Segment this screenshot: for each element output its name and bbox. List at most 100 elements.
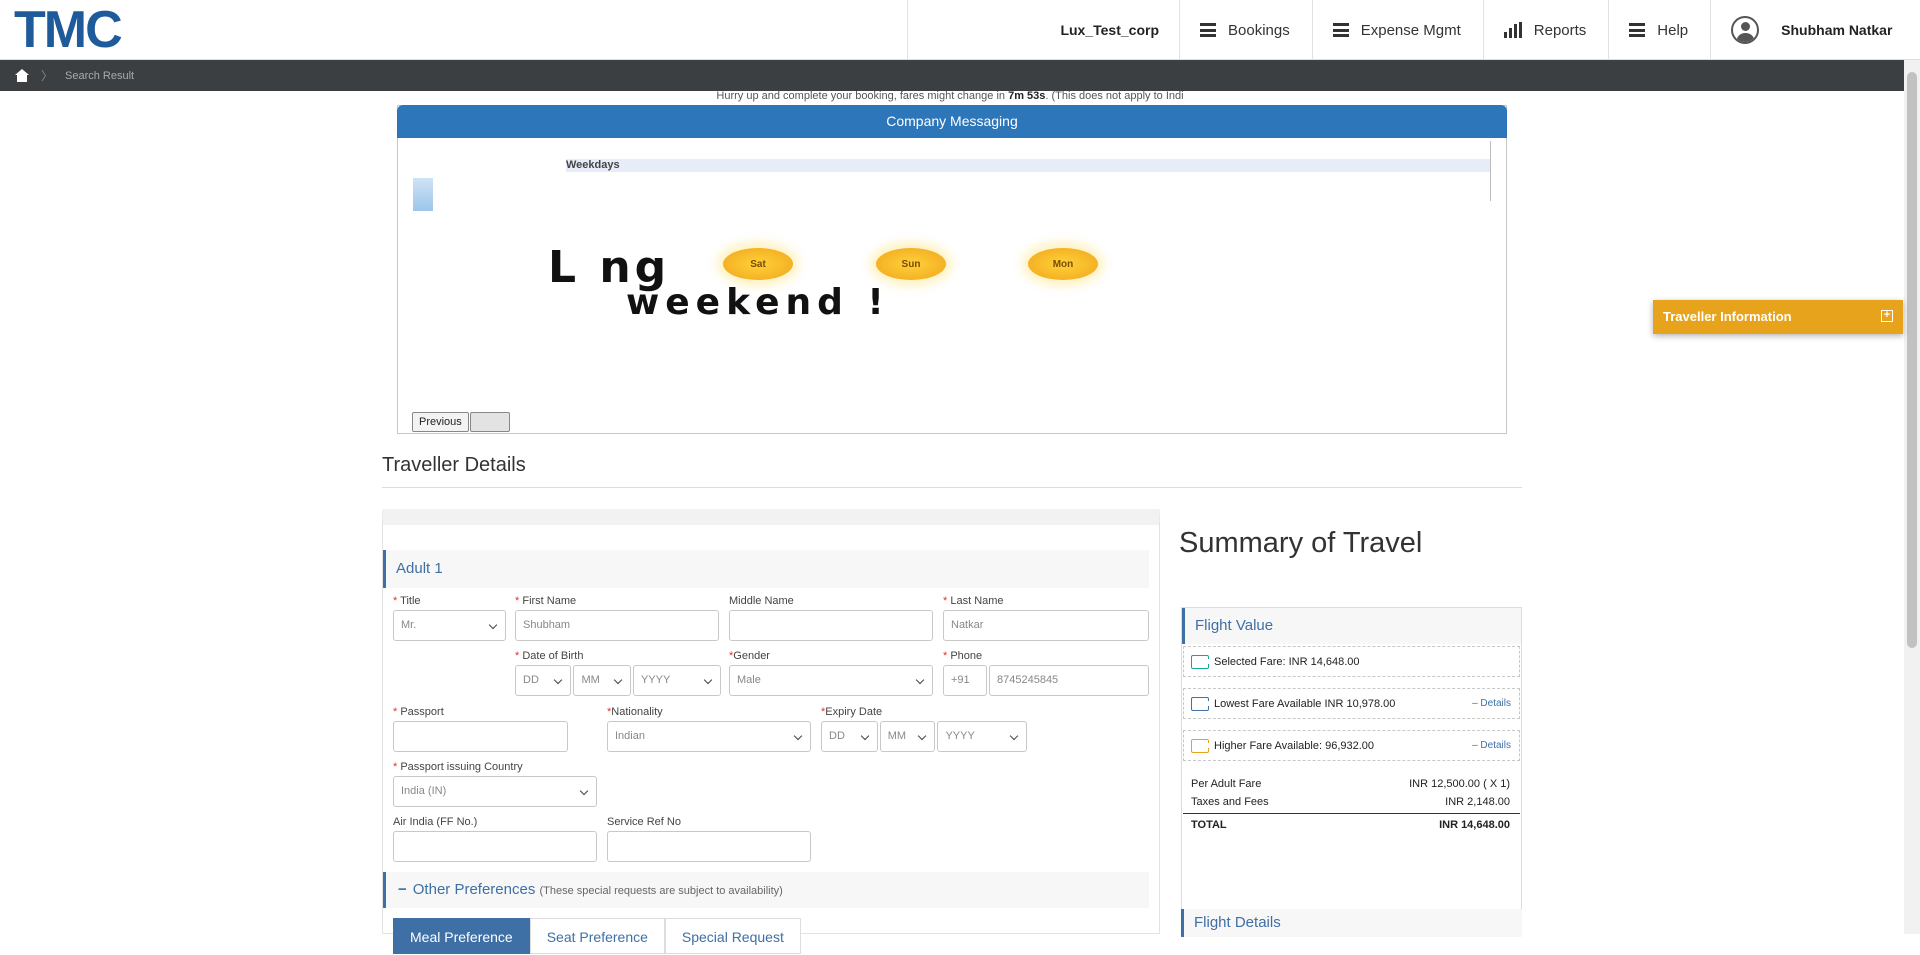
lowest-fare-row: Lowest Fare Available INR 10,978.00 – De…	[1183, 688, 1520, 719]
top-navbar: TMC Lux_Test_corp Bookings Expense Mgmt …	[0, 0, 1920, 60]
ff-no-field: Air India (FF No.)	[393, 816, 597, 862]
message-thumbnail	[413, 178, 433, 211]
other-preferences-label: Other Preferences	[412, 881, 536, 898]
passport-country-label: * Passport issuing Country	[393, 761, 523, 773]
gender-label: *Gender	[729, 650, 770, 662]
nav-label: Help	[1657, 21, 1689, 39]
long-weekend-banner: L ng Sat Sun Mon weekend !	[548, 236, 1448, 346]
traveller-details-title: Traveller Details	[382, 454, 526, 476]
tab-meal-preference[interactable]: Meal Preference	[393, 918, 530, 954]
service-ref-label: Service Ref No	[607, 816, 681, 828]
nav-reports[interactable]: Reports	[1482, 0, 1609, 60]
lowest-fare: Lowest Fare Available INR 10,978.00	[1214, 697, 1396, 710]
sun-sat-icon: Sat	[723, 248, 793, 280]
passport-field: * Passport	[393, 706, 568, 752]
other-preferences-note: (These special requests are subject to a…	[539, 885, 783, 897]
expiry-month-select[interactable]: MM	[879, 721, 936, 752]
phone-code-input[interactable]: +91	[943, 665, 987, 696]
gender-select[interactable]: Male	[729, 665, 933, 696]
nationality-field: *Nationality Indian	[607, 706, 811, 752]
timer-time: 7m 53s	[1008, 90, 1046, 102]
sun-sun-icon: Sun	[876, 248, 946, 280]
gender-field: *Gender Male	[729, 650, 933, 696]
middle-name-label: Middle Name	[729, 595, 794, 607]
total-label: TOTAL	[1191, 819, 1227, 831]
passport-country-select[interactable]: India (IN)	[393, 776, 597, 807]
breadcrumb-item[interactable]: Search Result	[65, 70, 134, 82]
traveller-form: Adult 1 * Title Mr. * First Name Shubham…	[382, 509, 1160, 954]
user-avatar-icon	[1731, 16, 1760, 44]
traveller-information-label: Traveller Information	[1663, 309, 1792, 324]
expiry-day-select[interactable]: DD	[821, 721, 878, 752]
passport-input[interactable]	[393, 721, 568, 752]
breadcrumb: 〉 Search Result	[0, 60, 1904, 91]
taxes-value: INR 2,148.00	[1445, 796, 1510, 808]
phone-input[interactable]: 8745245845	[989, 665, 1149, 696]
wallet-icon	[1191, 738, 1210, 753]
per-adult-value: INR 12,500.00 ( X 1)	[1409, 778, 1510, 790]
user-name: Shubham Natkar	[1781, 22, 1893, 38]
dob-month-select[interactable]: MM	[573, 665, 631, 696]
phone-label: * Phone	[943, 650, 983, 662]
higher-fare: Higher Fare Available: 96,932.00	[1214, 739, 1375, 752]
page-scrollbar[interactable]	[1904, 60, 1920, 934]
scrollbar-thumb[interactable]	[1907, 72, 1917, 648]
ff-no-label: Air India (FF No.)	[393, 816, 478, 828]
phone-field: * Phone +91 8745245845	[943, 650, 1149, 696]
traveller-information-tab[interactable]: Traveller Information +	[1653, 300, 1903, 334]
last-name-label: * Last Name	[943, 595, 1004, 607]
higher-fare-row: Higher Fare Available: 96,932.00 – Detai…	[1183, 730, 1520, 761]
dob-field: * Date of Birth DD MM YYYY	[515, 650, 721, 696]
expiry-year-select[interactable]: YYYY	[937, 721, 1027, 752]
lowest-fare-details-link[interactable]: – Details	[1472, 698, 1511, 709]
bar-chart-icon	[1503, 22, 1522, 38]
next-button[interactable]	[469, 412, 510, 432]
menu-icon	[1629, 23, 1646, 37]
plus-icon[interactable]: +	[1881, 310, 1893, 322]
fare-breakdown: Per Adult Fare INR 12,500.00 ( X 1) Taxe…	[1183, 775, 1520, 835]
summary-title: Summary of Travel	[1179, 527, 1423, 559]
other-preferences-header[interactable]: − Other Preferences (These special reques…	[383, 872, 1149, 908]
expiry-label: *Expiry Date	[821, 706, 883, 718]
nationality-select[interactable]: Indian	[607, 721, 811, 752]
middle-name-field: Middle Name	[729, 595, 933, 641]
flight-value-header: Flight Value	[1182, 608, 1521, 644]
corp-name[interactable]: Lux_Test_corp	[907, 0, 1179, 60]
message-controls: Previous	[412, 412, 510, 432]
previous-button[interactable]: Previous	[412, 412, 469, 432]
total-value: INR 14,648.00	[1439, 819, 1510, 831]
company-messaging-panel: Company Messaging Weekdays L ng Sat Sun …	[397, 105, 1507, 434]
user-menu[interactable]: Shubham Natkar	[1710, 0, 1908, 60]
last-name-input[interactable]: Natkar	[943, 610, 1149, 641]
dob-day-select[interactable]: DD	[515, 665, 572, 696]
tab-special-request[interactable]: Special Request	[664, 918, 801, 954]
flight-value-panel: Flight Value Selected Fare: INR 14,648.0…	[1181, 607, 1522, 934]
dob-year-select[interactable]: YYYY	[632, 665, 721, 696]
fare-timer-notice: Hurry up and complete your booking, fare…	[0, 90, 1900, 102]
adult-1-header: Adult 1	[383, 550, 1149, 588]
taxes-row: Taxes and Fees INR 2,148.00	[1183, 793, 1520, 811]
menu-icon	[1200, 23, 1216, 37]
nav-bookings[interactable]: Bookings	[1179, 0, 1312, 60]
home-icon[interactable]	[15, 69, 29, 82]
menu-icon	[1332, 23, 1349, 37]
middle-name-input[interactable]	[729, 610, 933, 641]
tmc-logo[interactable]: TMC	[14, 4, 123, 56]
tab-seat-preference[interactable]: Seat Preference	[529, 918, 665, 954]
banner-line-2: weekend !	[626, 282, 890, 323]
nav-expense-mgmt[interactable]: Expense Mgmt	[1311, 0, 1483, 60]
flight-details-header[interactable]: Flight Details	[1181, 909, 1522, 937]
service-ref-input[interactable]	[607, 831, 811, 862]
timer-prefix: Hurry up and complete your booking, fare…	[716, 90, 1009, 102]
collapse-icon[interactable]: −	[398, 881, 407, 898]
selected-fare: Selected Fare: INR 14,648.00	[1214, 655, 1360, 668]
nav-help[interactable]: Help	[1608, 0, 1710, 60]
weekdays-label: Weekdays	[566, 159, 1490, 172]
title-select[interactable]: Mr.	[393, 610, 506, 641]
breadcrumb-separator-icon: 〉	[41, 69, 54, 83]
first-name-label: * First Name	[515, 595, 577, 607]
first-name-input[interactable]: Shubham	[515, 610, 719, 641]
last-name-field: * Last Name Natkar	[943, 595, 1149, 641]
ff-no-input[interactable]	[393, 831, 597, 862]
higher-fare-details-link[interactable]: – Details	[1472, 740, 1511, 751]
